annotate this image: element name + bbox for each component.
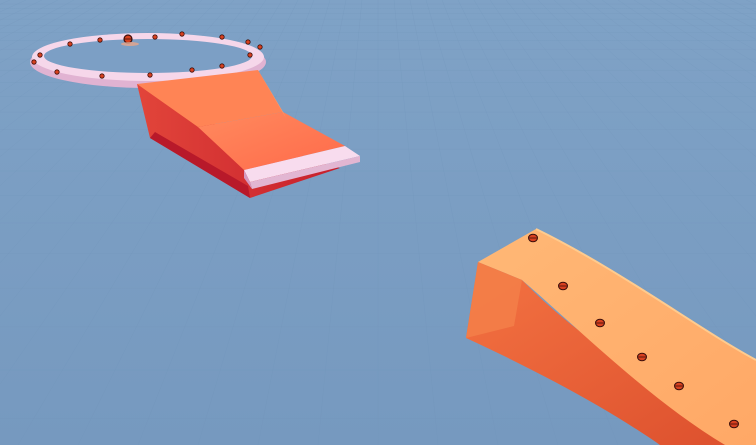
ring-marker[interactable] (37, 52, 43, 58)
ring-marker[interactable] (147, 72, 153, 78)
ring-marker[interactable] (54, 69, 60, 75)
ring-marker[interactable] (245, 39, 251, 45)
track-marker[interactable] (558, 281, 568, 291)
ring-marker[interactable] (257, 44, 263, 50)
track-marker[interactable] (674, 381, 684, 391)
track-marker[interactable] (528, 233, 538, 243)
track-marker[interactable] (729, 419, 739, 429)
ring-marker[interactable] (97, 37, 103, 43)
ring-marker[interactable] (67, 41, 73, 47)
ring-marker[interactable] (31, 59, 37, 65)
ring-marker[interactable] (189, 67, 195, 73)
track-marker[interactable] (595, 318, 605, 328)
ring-marker[interactable] (179, 31, 185, 37)
ring-marker[interactable] (152, 34, 158, 40)
game-viewport[interactable] (0, 0, 756, 445)
ring-marker[interactable] (247, 52, 253, 58)
ring-marker[interactable] (219, 34, 225, 40)
3d-scene-canvas[interactable] (0, 0, 756, 445)
ring-marker[interactable] (99, 73, 105, 79)
ring-marker[interactable] (219, 63, 225, 69)
track-marker[interactable] (637, 352, 647, 362)
